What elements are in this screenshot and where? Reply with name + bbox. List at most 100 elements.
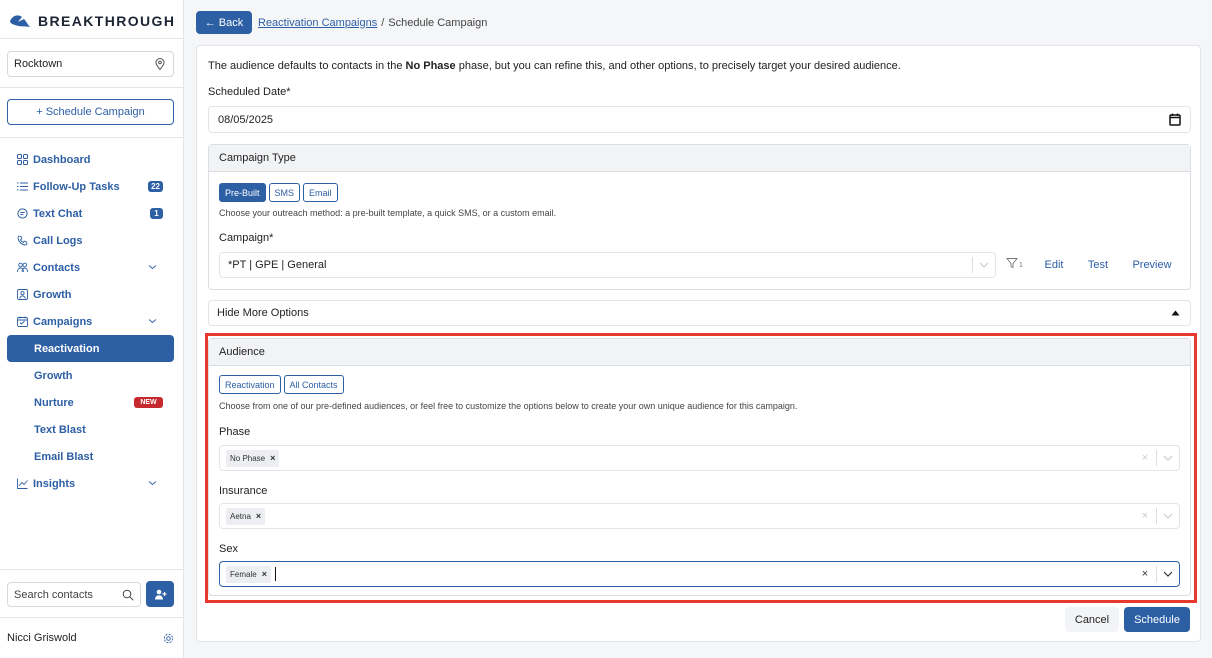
search-icon[interactable] [122,589,134,601]
audience-panel: Audience Reactivation All Contacts Choos… [208,338,1191,596]
tag-remove-icon[interactable]: × [270,453,275,463]
list-icon [17,182,28,191]
add-contact-button[interactable] [146,581,174,607]
schedule-form-card: The audience defaults to contacts in the… [196,45,1201,642]
sidebar-item-insights[interactable]: Insights [7,470,174,497]
intro-text-start: The audience defaults to contacts in the [208,60,406,72]
sex-tag: Female × [226,565,271,583]
sex-tags: Female × [220,565,1134,583]
divider [0,87,184,88]
hide-more-options-toggle[interactable]: Hide More Options [208,300,1191,326]
sidebar-item-label: Call Logs [33,234,83,247]
users-icon [17,262,28,273]
sidebar-item-label: Growth [33,288,72,301]
sidebar-item-label: Text Chat [33,207,83,220]
schedule-campaign-button[interactable]: + Schedule Campaign [7,99,174,125]
tag-remove-icon[interactable]: × [262,569,267,579]
cancel-button[interactable]: Cancel [1065,607,1119,632]
location-select[interactable]: Rocktown [7,51,174,77]
audience-presets: Reactivation All Contacts [219,375,347,394]
sidebar-item-growth[interactable]: Growth [7,281,174,308]
select-controls: × [1134,562,1179,586]
hide-more-options-label: Hide More Options [217,307,309,319]
scheduled-date-label: Scheduled Date* [208,86,291,98]
sidebar-item-label: Dashboard [33,153,91,166]
edit-button[interactable]: Edit [1035,251,1073,278]
breadcrumb-current: Schedule Campaign [388,16,488,29]
location-value: Rocktown [14,58,63,70]
insurance-label: Insurance [219,485,268,497]
scheduled-date-input[interactable]: 08/05/2025 [208,106,1191,133]
sidebar-item-label: Follow-Up Tasks [33,180,120,193]
tag-remove-icon[interactable]: × [256,511,261,521]
sidebar-item-follow-up-tasks[interactable]: Follow-Up Tasks 22 [7,173,174,200]
preset-reactivation-button[interactable]: Reactivation [219,375,281,394]
sex-label: Sex [219,543,238,555]
campaign-type-panel: Campaign Type Pre-Built SMS Email Choose… [208,144,1191,290]
clear-icon[interactable]: × [1134,510,1156,522]
map-pin-icon [155,58,165,70]
divider [0,38,184,39]
divider [0,569,184,570]
gear-icon[interactable] [163,633,174,644]
breakthrough-logo-icon [10,15,30,27]
calendar-icon[interactable] [1169,113,1181,126]
sidebar-item-label: Text Blast [34,423,86,436]
type-sms-button[interactable]: SMS [268,183,301,202]
sidebar-item-text-chat[interactable]: Text Chat 1 [7,200,174,227]
type-email-button[interactable]: Email [303,183,338,202]
sidebar-item-label: Reactivation [34,342,100,355]
sidebar-subitem-nurture[interactable]: Nurture NEW [7,389,174,416]
chat-icon [17,208,28,219]
filter-button[interactable]: 1 [1006,257,1023,269]
chevron-down-icon[interactable] [1157,571,1179,577]
preview-button[interactable]: Preview [1122,251,1182,278]
sidebar-subitem-email-blast[interactable]: Email Blast [7,443,174,470]
insurance-tag: Aetna × [226,507,266,525]
type-pre-built-button[interactable]: Pre-Built [219,183,266,202]
chevron-down-icon[interactable] [1157,513,1179,519]
search-contacts-input[interactable]: Search contacts [7,582,141,607]
sidebar-item-label: Contacts [33,261,81,274]
sex-select[interactable]: Female × × [219,561,1180,587]
campaign-select[interactable]: *PT | GPE | General [219,252,996,278]
logo: BREAKTHROUGH [8,12,175,30]
sex-tag-label: Female [230,569,257,579]
chevron-down-icon[interactable] [1157,455,1179,461]
campaign-type-header: Campaign Type [209,145,1190,172]
sidebar-subitem-text-blast[interactable]: Text Blast [7,416,174,443]
search-placeholder: Search contacts [14,588,93,601]
filter-count: 1 [1019,262,1023,269]
test-button[interactable]: Test [1078,251,1118,278]
phase-select[interactable]: No Phase × × [219,445,1180,471]
chevron-down-icon[interactable] [973,262,995,268]
line-chart-icon [17,478,28,489]
breadcrumb-link[interactable]: Reactivation Campaigns [258,17,377,29]
sidebar-item-label: Nurture [34,396,74,409]
clear-icon[interactable]: × [1134,452,1156,464]
insurance-select[interactable]: Aetna × × [219,503,1180,529]
schedule-button[interactable]: Schedule [1124,607,1190,632]
intro-text-end: phase, but you can refine this, and othe… [455,60,901,72]
sidebar-item-campaigns[interactable]: Campaigns [7,308,174,335]
divider [0,617,184,618]
user-profile: Nicci Griswold [7,632,174,644]
intro-text: The audience defaults to contacts in the… [208,60,901,72]
sidebar-item-contacts[interactable]: Contacts [7,254,174,281]
preset-all-contacts-button[interactable]: All Contacts [283,375,344,394]
insurance-tag-label: Aetna [230,511,251,521]
sidebar-item-dashboard[interactable]: Dashboard [7,146,174,173]
sidebar-item-label: Insights [33,477,76,490]
sidebar-item-call-logs[interactable]: Call Logs [7,227,174,254]
sidebar-item-label: Email Blast [34,450,94,463]
audience-header: Audience [209,339,1190,366]
phase-label: Phase [219,426,251,438]
chevron-down-icon [148,265,157,270]
filter-icon [1006,258,1018,269]
sidebar-subitem-reactivation[interactable]: Reactivation [7,335,174,362]
clear-icon[interactable]: × [1134,568,1156,580]
chevron-down-icon [148,481,157,486]
phase-tag: No Phase × [226,449,280,467]
sidebar-subitem-growth[interactable]: Growth [7,362,174,389]
back-button[interactable]: ← Back [196,11,252,34]
